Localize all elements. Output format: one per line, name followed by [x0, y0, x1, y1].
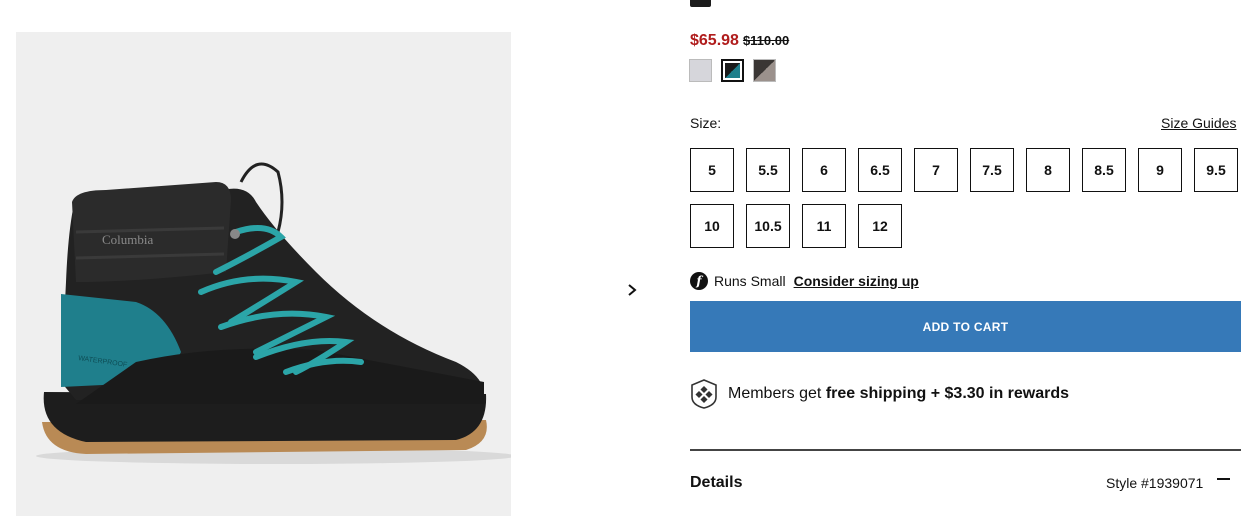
boot-illustration: Columbia WATERPROOF	[36, 162, 511, 464]
size-label: Size:	[690, 115, 722, 131]
original-price: $110.00	[742, 33, 790, 48]
minus-icon[interactable]	[1217, 478, 1230, 480]
size-option[interactable]: 6	[802, 148, 846, 192]
color-swatches	[689, 59, 776, 82]
fit-f-icon: f	[690, 272, 708, 290]
members-prefix: Members get	[728, 385, 822, 402]
chevron-right-icon	[628, 284, 637, 296]
size-option[interactable]: 8.5	[1082, 148, 1126, 192]
fit-advice: f Runs Small Consider sizing up	[690, 272, 919, 290]
size-option[interactable]: 7.5	[970, 148, 1014, 192]
size-option[interactable]: 6.5	[858, 148, 902, 192]
consider-sizing-up-link[interactable]: Consider sizing up	[794, 273, 919, 289]
members-benefit: free shipping + $3.30 in rewards	[825, 385, 1070, 402]
details-heading[interactable]: Details	[690, 474, 742, 492]
swatch-grey-taupe[interactable]	[753, 59, 776, 82]
sale-price: $65.98	[690, 32, 739, 49]
carousel-next-button[interactable]	[620, 278, 644, 302]
columbia-shield-icon	[691, 379, 717, 409]
boot-brand-text: Columbia	[102, 232, 154, 247]
swatch-light-grey[interactable]	[689, 59, 712, 82]
size-option[interactable]: 5	[690, 148, 734, 192]
swatch-peek	[690, 0, 711, 7]
details-divider	[690, 449, 1241, 451]
size-option[interactable]: 5.5	[746, 148, 790, 192]
size-option[interactable]: 10.5	[746, 204, 790, 248]
size-option[interactable]: 9.5	[1194, 148, 1238, 192]
size-option[interactable]: 8	[1026, 148, 1070, 192]
fit-text: Runs Small	[714, 273, 786, 289]
size-option[interactable]: 12	[858, 204, 902, 248]
price-row: $65.98 $110.00	[690, 32, 789, 50]
size-option[interactable]: 7	[914, 148, 958, 192]
members-promo: Members get free shipping + $3.30 in rew…	[690, 379, 1069, 409]
add-to-cart-button[interactable]: ADD TO CART	[690, 301, 1241, 352]
size-option[interactable]: 10	[690, 204, 734, 248]
swatch-black-teal[interactable]	[721, 59, 744, 82]
style-number: Style #1939071	[1106, 475, 1204, 491]
size-option[interactable]: 11	[802, 204, 846, 248]
size-guides-link[interactable]: Size Guides	[1161, 115, 1236, 131]
size-option[interactable]: 9	[1138, 148, 1182, 192]
product-image: Columbia WATERPROOF	[16, 32, 511, 516]
